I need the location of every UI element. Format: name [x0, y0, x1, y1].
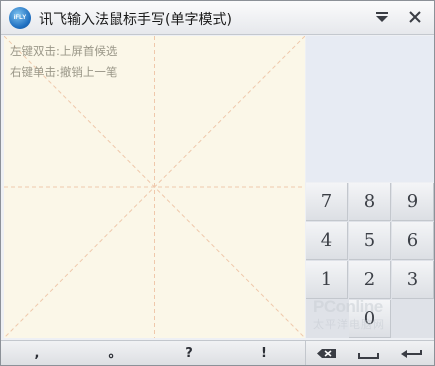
title-bar[interactable]: iFLY 讯飞输入法鼠标手写(单字模式): [1, 1, 434, 35]
hint-double-click: 左键双击:上屏首候选: [10, 44, 118, 58]
close-button[interactable]: [404, 6, 426, 28]
key-5[interactable]: 5: [349, 222, 391, 260]
space-button[interactable]: [349, 341, 389, 365]
backspace-icon: [317, 349, 336, 358]
punct-question-button[interactable]: ?: [164, 341, 214, 365]
punct-comma-button[interactable]: ,: [12, 341, 62, 365]
key-7[interactable]: 7: [306, 183, 348, 221]
enter-button[interactable]: [392, 341, 432, 365]
candidate-area[interactable]: [306, 36, 434, 182]
number-keypad: 7 8 9 4 5 6 1 2 3 0: [306, 183, 434, 338]
punct-period-button[interactable]: 。: [90, 341, 140, 365]
space-icon: [358, 353, 379, 359]
ifly-logo-icon: iFLY: [9, 7, 31, 29]
key-9[interactable]: 9: [392, 183, 434, 221]
key-2[interactable]: 2: [349, 261, 391, 299]
handwriting-canvas[interactable]: 左键双击:上屏首候选 右键单击:撤销上一笔: [4, 36, 305, 338]
key-0[interactable]: 0: [349, 300, 391, 338]
key-1[interactable]: 1: [306, 261, 348, 299]
key-3[interactable]: 3: [392, 261, 434, 299]
menu-dropdown-button[interactable]: [371, 6, 393, 28]
key-8[interactable]: 8: [349, 183, 391, 221]
enter-icon: [401, 350, 422, 358]
close-icon: [409, 11, 421, 23]
canvas-guide-lines: [4, 36, 305, 338]
key-6[interactable]: 6: [392, 222, 434, 260]
triangle-down-menu-icon: [376, 12, 388, 22]
punct-exclaim-button[interactable]: !: [239, 341, 289, 365]
window-title: 讯飞输入法鼠标手写(单字模式): [39, 12, 232, 28]
bottom-toolbar: , 。 ? !: [1, 340, 434, 365]
backspace-button[interactable]: [306, 341, 346, 365]
key-4[interactable]: 4: [306, 222, 348, 260]
handwriting-window: iFLY 讯飞输入法鼠标手写(单字模式) 左键双击:上屏首候选 右键单击:撤销上…: [0, 0, 435, 366]
hint-right-click: 右键单击:撤销上一笔: [10, 65, 118, 79]
